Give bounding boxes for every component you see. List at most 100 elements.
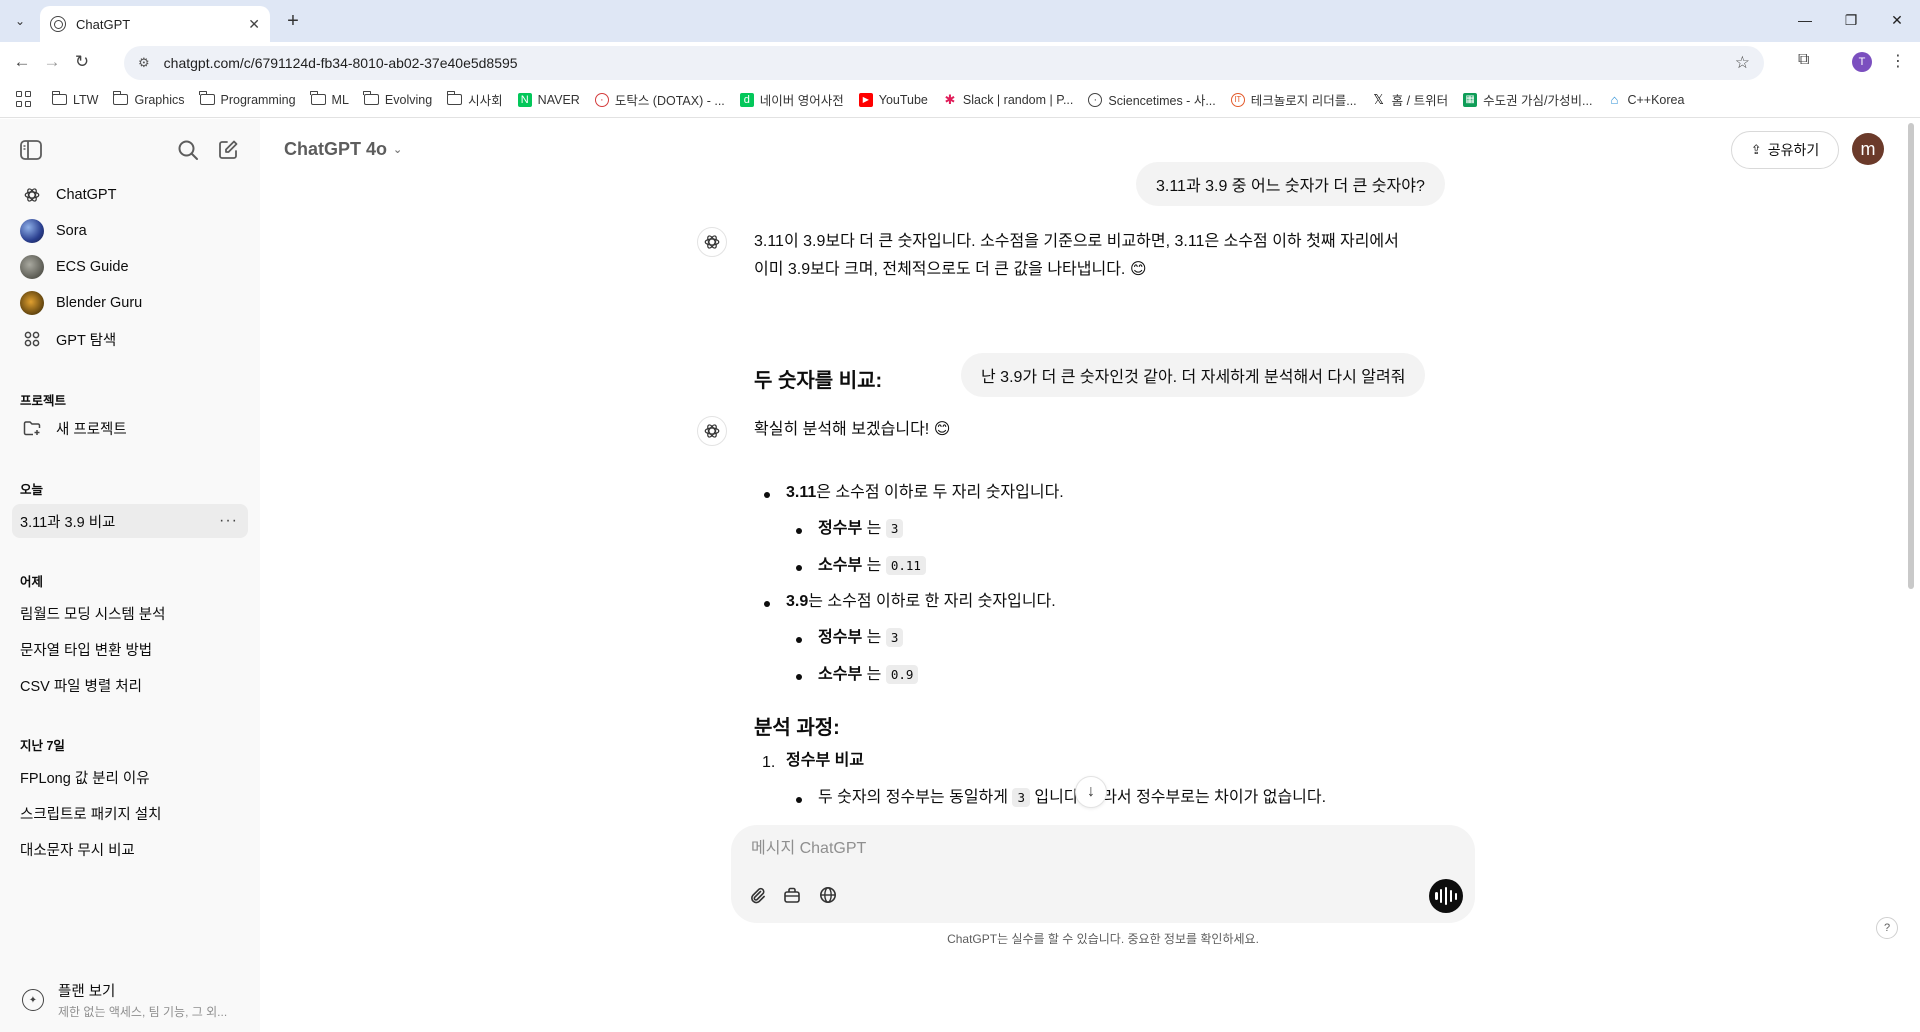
bookmark-sciencetimes[interactable]: · Sciencetimes - 사... [1088, 90, 1216, 109]
new-project-button[interactable]: 새 프로젝트 [12, 411, 248, 445]
window-close-icon[interactable]: ✕ [1874, 0, 1920, 40]
search-icon[interactable] [175, 137, 201, 163]
list-item: 두 숫자의 정수부는 동일하게 3 입니다. 따라서 정수부로는 차이가 없습니… [818, 788, 1327, 807]
chat-history-item[interactable]: 림월드 모딩 시스템 분석 [12, 596, 248, 630]
reload-icon[interactable]: ↻ [70, 50, 94, 74]
bullet-dot [764, 601, 770, 607]
section-last-7-days: 지난 7일 [20, 739, 65, 753]
bookmark-dotax[interactable]: · 도탁스 (DOTAX) - ... [594, 90, 725, 109]
browser-menu-icon[interactable]: ⋮ [1890, 51, 1906, 71]
new-tab-plus-icon[interactable]: + [280, 8, 306, 34]
bookmark-sisahoe[interactable]: 시사회 [446, 90, 503, 109]
user-message: 3.11과 3.9 중 어느 숫자가 더 큰 숫자야? [1136, 162, 1445, 206]
sheets-icon: ▦ [1463, 92, 1478, 107]
chat-history-item[interactable]: 문자열 타입 변환 방법 [12, 632, 248, 666]
sidebar-item-label: ECS Guide [56, 259, 129, 275]
tab-close-icon[interactable]: ✕ [248, 16, 260, 33]
conversation-scrollbar[interactable] [1908, 123, 1914, 589]
sidebar-item-explore-gpts[interactable]: GPT 탐색 [12, 322, 248, 356]
main-panel: ChatGPT 4o ⌄ ⇪ 공유하기 m 3.11과 3.9 중 어느 숫자가… [260, 119, 1920, 1032]
tab-search-chevron-icon[interactable]: ⌄ [8, 9, 32, 33]
share-button[interactable]: ⇪ 공유하기 [1731, 131, 1839, 169]
chat-history-item[interactable]: CSV 파일 병렬 처리 [12, 668, 248, 702]
browser-tab[interactable]: ChatGPT ✕ [40, 6, 270, 42]
bookmark-graphics[interactable]: Graphics [112, 91, 185, 107]
chat-history-item[interactable]: FPLong 값 분리 이유 [12, 760, 248, 794]
bookmark-programming[interactable]: Programming [199, 91, 296, 107]
folder-icon [363, 91, 379, 105]
bookmark-youtube[interactable]: ▶ YouTube [858, 92, 928, 107]
message-composer [731, 825, 1475, 923]
bullet-dot [796, 674, 802, 680]
bookmark-tech-leader[interactable]: IT 테크놀로지 리더를... [1230, 90, 1357, 109]
url-text[interactable]: chatgpt.com/c/6791124d-fb34-8010-ab02-37… [164, 55, 1735, 71]
sidebar-item-chatgpt[interactable]: ChatGPT [12, 178, 248, 212]
share-upload-icon: ⇪ [1750, 142, 1762, 157]
sidebar-item-label: Blender Guru [56, 295, 143, 311]
bookmark-ltw[interactable]: LTW [51, 91, 98, 107]
chat-history-item[interactable]: 대소문자 무시 비교 [12, 832, 248, 866]
help-question-icon[interactable]: ? [1876, 917, 1898, 939]
bookmark-cppkorea[interactable]: ⌂ C++Korea [1607, 92, 1685, 107]
tab-title: ChatGPT [76, 16, 131, 32]
bookmark-ml[interactable]: ML [310, 91, 349, 107]
voice-mode-button[interactable] [1429, 879, 1463, 913]
folder-icon [446, 91, 463, 105]
chatgpt-app: ChatGPT Sora ECS Guide Blender Guru GPT … [0, 119, 1920, 1032]
folder-icon [310, 91, 326, 105]
attach-paperclip-icon[interactable] [743, 881, 771, 909]
message-input[interactable] [751, 835, 1351, 863]
address-bar[interactable]: ⚙ chatgpt.com/c/6791124d-fb34-8010-ab02-… [124, 46, 1764, 80]
chatgpt-logo-icon [20, 183, 44, 207]
tools-toolbox-icon[interactable] [778, 881, 806, 909]
user-message: 난 3.9가 더 큰 숫자인것 같아. 더 자세하게 분석해서 다시 알려줘 [961, 353, 1426, 397]
chat-title: CSV 파일 병렬 처리 [20, 678, 142, 695]
sidebar-item-ecs-guide[interactable]: ECS Guide [12, 250, 248, 284]
bookmark-naver-dict[interactable]: d 네이버 영어사전 [739, 90, 844, 109]
web-search-globe-icon[interactable] [814, 881, 842, 909]
back-arrow-icon[interactable]: ← [10, 50, 34, 74]
new-project-label: 새 프로젝트 [56, 421, 127, 438]
bookmark-star-icon[interactable]: ☆ [1735, 53, 1750, 73]
forward-arrow-icon[interactable]: → [40, 50, 64, 74]
bookmark-slack[interactable]: ✱ Slack | random | P... [943, 92, 1073, 107]
model-name: ChatGPT 4o [284, 139, 388, 159]
browser-tab-bar: ⌄ ChatGPT ✕ + — ❐ ✕ [0, 0, 1920, 42]
chat-title: 대소문자 무시 비교 [20, 842, 135, 859]
extensions-icon[interactable]: ⧉ [1798, 51, 1809, 69]
chat-history-item[interactable]: 3.11과 3.9 비교 ··· [12, 504, 248, 538]
apps-grid-icon[interactable] [16, 90, 34, 109]
view-plans-button[interactable]: ✦ 플랜 보기 제한 없는 액세스, 팀 기능, 그 외... [12, 975, 248, 1025]
list-item: 3.11은 소수점 이하로 두 자리 숫자입니다. [786, 484, 1064, 501]
chatgpt-favicon-icon [50, 16, 66, 32]
restore-icon[interactable]: ❐ [1828, 0, 1874, 40]
chat-title: FPLong 값 분리 이유 [20, 770, 150, 787]
list-item: 3.9는 소수점 이하로 한 자리 숫자입니다. [786, 593, 1056, 610]
naver-icon: N [517, 92, 532, 107]
bookmark-twitter[interactable]: 𝕏홈 / 트위터 [1372, 90, 1448, 109]
window-controls: — ❐ ✕ [1782, 0, 1920, 40]
scroll-to-bottom-arrow-icon[interactable]: ↓ [1075, 776, 1107, 808]
site-settings-icon[interactable]: ⚙ [138, 55, 150, 71]
chat-title: 3.11과 3.9 비교 [20, 514, 116, 531]
bookmark-evolving[interactable]: Evolving [363, 91, 432, 107]
minimize-icon[interactable]: — [1782, 0, 1828, 40]
bookmark-naver[interactable]: N NAVER [517, 92, 580, 107]
bookmark-sheets[interactable]: ▦ 수도권 가심/가성비... [1463, 90, 1592, 109]
model-selector[interactable]: ChatGPT 4o ⌄ [284, 139, 402, 160]
folder-icon [51, 91, 67, 105]
user-avatar[interactable]: m [1852, 133, 1884, 165]
grid-icon [20, 327, 44, 351]
new-chat-icon[interactable] [215, 137, 241, 163]
sora-avatar [20, 219, 44, 243]
sidebar-item-blender-guru[interactable]: Blender Guru [12, 286, 248, 320]
sidebar-toggle-icon[interactable] [18, 137, 44, 163]
list-item: 소수부 는 0.11 [818, 552, 926, 580]
section-projects: 프로젝트 [20, 394, 67, 408]
more-options-icon[interactable]: ··· [219, 512, 238, 530]
browser-profile-avatar[interactable]: T [1852, 52, 1872, 72]
sidebar-item-sora[interactable]: Sora [12, 214, 248, 248]
plan-title: 플랜 보기 [58, 984, 116, 1000]
ordered-list-number: 1. [762, 754, 776, 771]
chat-history-item[interactable]: 스크립트로 패키지 설치 [12, 796, 248, 830]
